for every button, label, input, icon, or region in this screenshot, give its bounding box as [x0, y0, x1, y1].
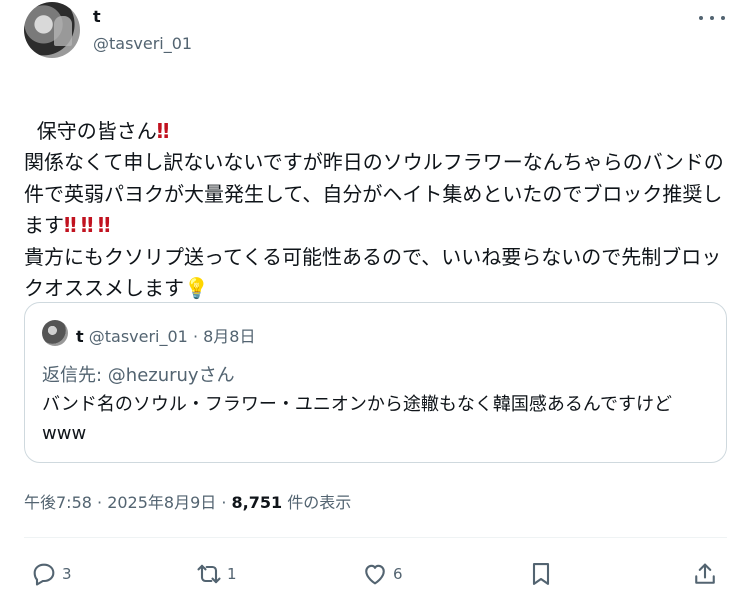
quoted-avatar — [42, 320, 68, 346]
timestamp[interactable]: 午後7:58 · 2025年8月9日 · — [24, 493, 232, 512]
tweet-meta: 午後7:58 · 2025年8月9日 · 8,751 件の表示 — [24, 489, 351, 513]
avatar[interactable] — [24, 2, 80, 58]
reply-icon — [33, 563, 55, 586]
retweet-count: 1 — [227, 565, 237, 583]
light-bulb-emoji: 💡 — [184, 276, 209, 300]
quoted-header: t @tasveri_01 · 8月8日 — [76, 323, 255, 347]
quoted-reply-to: 返信先: @hezuruyさん — [42, 365, 235, 386]
share-icon — [695, 563, 715, 584]
action-bar: 3 1 6 — [0, 556, 751, 592]
quoted-display-name: t — [76, 327, 84, 346]
share-button[interactable] — [691, 556, 719, 592]
author-display-name[interactable]: t — [93, 7, 101, 26]
like-icon — [365, 564, 385, 585]
quoted-tweet[interactable]: t @tasveri_01 · 8月8日 返信先: @hezuruyさん バンド… — [24, 302, 727, 463]
double-exclamation-emoji: ‼ — [97, 213, 110, 237]
bookmark-icon — [532, 563, 550, 585]
like-button[interactable]: 6 — [361, 556, 403, 592]
more-icon[interactable] — [699, 8, 725, 28]
views-count: 8,751 — [231, 493, 283, 512]
author-handle[interactable]: @tasveri_01 — [93, 34, 192, 53]
quoted-text: バンド名のソウル・フラワー・ユニオンから途轍もなく韓国感あるんですけどwww — [42, 394, 672, 444]
reply-count: 3 — [62, 565, 72, 583]
double-exclamation-emoji: ‼ — [80, 213, 93, 237]
like-count: 6 — [393, 565, 403, 583]
views-label: 件の表示 — [282, 493, 352, 512]
tweet-segment: 保守の皆さん — [36, 118, 157, 143]
double-exclamation-emoji: ‼ — [156, 118, 169, 143]
tweet-segment: 関係なくて申し訳ないないですが昨日のソウルフラワーなんちゃらのバンドの件で英弱パ… — [24, 150, 724, 237]
divider — [24, 537, 727, 538]
retweet-button[interactable]: 1 — [195, 556, 237, 592]
double-exclamation-emoji: ‼ — [64, 213, 76, 237]
bookmark-button[interactable] — [527, 556, 555, 592]
reply-button[interactable]: 3 — [30, 556, 72, 592]
tweet-text: 保守の皆さん‼ 関係なくて申し訳ないないですが昨日のソウルフラワーなんちゃらのバ… — [24, 84, 736, 305]
retweet-icon — [197, 564, 221, 584]
quoted-meta: @tasveri_01 · 8月8日 — [88, 327, 256, 346]
tweet-segment: 貴方にもクソリプ送ってくる可能性あるので、いいね要らないので先制ブロックオススメ… — [24, 244, 722, 301]
